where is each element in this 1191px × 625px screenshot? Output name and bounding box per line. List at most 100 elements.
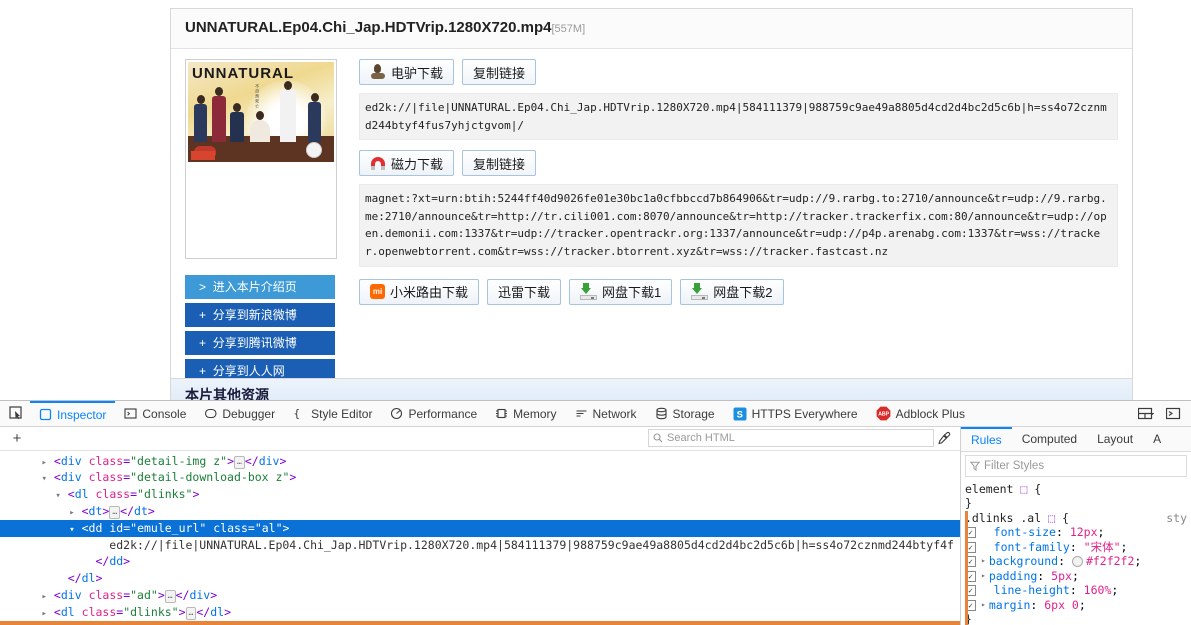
dom-node[interactable]: ▾ <dl class="dlinks"> xyxy=(0,486,960,503)
ed2k-link-text[interactable]: ed2k://|file|UNNATURAL.Ep04.Chi_Jap.HDTV… xyxy=(359,93,1118,141)
filter-styles-input[interactable]: Filter Styles xyxy=(965,454,1187,477)
dom-node[interactable]: ▾ <div class="detail-download-box z"> xyxy=(0,469,960,486)
css-selector[interactable]: element ⬚ { xyxy=(965,482,1191,497)
tab-rules[interactable]: Rules xyxy=(961,427,1012,451)
figure-head xyxy=(256,111,264,120)
pseudo-class-icon: ⬚ xyxy=(1020,481,1028,496)
tab-console[interactable]: Console xyxy=(115,401,195,426)
poster-frame: UNNATURAL 不自然死亡 xyxy=(185,59,337,259)
dock-layout-icon[interactable] xyxy=(1135,402,1159,426)
color-swatch xyxy=(1071,556,1083,568)
tab-performance[interactable]: Performance xyxy=(381,401,486,426)
dom-node[interactable]: ▸ <dl class="dlinks">… </dl> xyxy=(0,604,960,621)
tab-memory-label: Memory xyxy=(513,406,557,421)
intro-page-label: 进入本片介绍页 xyxy=(212,280,297,294)
emule-download-button[interactable]: 电驴下载 xyxy=(359,59,455,85)
tab-layout[interactable]: Layout xyxy=(1087,427,1143,451)
css-declaration[interactable]: ✓ ▸ padding: 5px; xyxy=(965,569,1191,584)
download-links-column: 电驴下载 复制链接 ed2k://|file|UNNATURAL.Ep04.Ch… xyxy=(345,59,1118,387)
plus-icon: + xyxy=(199,364,207,378)
property-value: 12px xyxy=(1069,525,1098,540)
share-tencent-weibo-button[interactable]: + 分享到腾讯微博 xyxy=(185,331,335,355)
devtools-settings-icon[interactable] xyxy=(1161,402,1185,426)
add-node-button[interactable]: + xyxy=(6,428,28,448)
netdisk-icon xyxy=(580,283,598,301)
property-name: padding xyxy=(988,568,1038,583)
tab-https-everywhere[interactable]: S HTTPS Everywhere xyxy=(724,401,867,426)
dom-node[interactable]: </dd> xyxy=(0,553,960,570)
tab-computed[interactable]: Computed xyxy=(1012,427,1087,451)
poster-column: UNNATURAL 不自然死亡 > 进入本片介绍页 + 分享到新浪微博 + 分享… xyxy=(185,59,345,387)
twisty-closed-icon: ▸ xyxy=(41,457,47,468)
tab-network[interactable]: Network xyxy=(566,401,646,426)
property-name: font-family xyxy=(993,539,1070,554)
copy-magnet-label: 复制链接 xyxy=(473,156,526,172)
property-value: 5px xyxy=(1051,568,1072,583)
mi-router-label: 小米路由下载 xyxy=(390,285,469,301)
tab-memory[interactable]: Memory xyxy=(486,401,565,426)
copy-ed2k-label: 复制链接 xyxy=(473,65,526,81)
plus-icon: + xyxy=(199,336,207,350)
collapsed-children-icon: … xyxy=(109,505,121,519)
poster-prop-ball xyxy=(306,142,322,158)
magnet-download-button[interactable]: 磁力下载 xyxy=(359,150,455,177)
share-sina-label: 分享到新浪微博 xyxy=(212,308,297,322)
copy-magnet-link-button[interactable]: 复制链接 xyxy=(462,150,537,177)
thunder-download-button[interactable]: 迅雷下载 xyxy=(487,278,562,305)
tab-inspector-label: Inspector xyxy=(57,407,107,422)
css-declaration[interactable]: ✓ ▸ margin: 6px 0; xyxy=(965,598,1191,613)
dom-node[interactable]: ed2k://|file|UNNATURAL.Ep04.Chi_Jap.HDTV… xyxy=(0,537,960,554)
expand-shorthand-icon[interactable]: ▸ xyxy=(981,598,986,613)
figure-head xyxy=(233,103,241,112)
figure-head xyxy=(215,87,223,96)
magnet-link-text[interactable]: magnet:?xt=urn:btih:5244ff40d9026fe01e30… xyxy=(359,184,1118,267)
netdisk-download-2-button[interactable]: 网盘下载2 xyxy=(680,278,784,305)
css-declaration[interactable]: ✓ font-family: "宋体"; xyxy=(965,540,1191,555)
share-renren-label: 分享到人人网 xyxy=(212,364,285,378)
page-title: UNNATURAL.Ep04.Chi_Jap.HDTVrip.1280X720.… xyxy=(171,9,1132,49)
pseudo-class-icon: ⬚ xyxy=(1048,510,1056,525)
file-name-text: UNNATURAL.Ep04.Chi_Jap.HDTVrip.1280X720.… xyxy=(185,19,552,36)
tab-style-editor[interactable]: { } Style Editor xyxy=(284,401,381,426)
figure-head xyxy=(196,95,205,104)
css-declaration[interactable]: ✓ line-height: 160%; xyxy=(965,583,1191,598)
dom-node-selected[interactable]: ▾ <dd id="emule_url" class="al"> xyxy=(0,519,960,537)
expand-shorthand-icon[interactable]: ▸ xyxy=(981,554,986,569)
dom-node[interactable]: ▸ <div class="detail-img z">… </div> xyxy=(0,453,960,470)
css-selector[interactable]: .dlinks .al ⬚ {sty xyxy=(965,511,1191,526)
poster-logo-badge xyxy=(191,151,215,160)
netdisk-download-1-button[interactable]: 网盘下载1 xyxy=(569,278,673,305)
emule-download-label: 电驴下载 xyxy=(391,65,444,81)
search-html-input[interactable]: Search HTML xyxy=(648,429,934,448)
poster-vertical-text: 不自然死亡 xyxy=(255,84,261,109)
eyedropper-icon[interactable] xyxy=(934,428,954,448)
share-tencent-label: 分享到腾讯微博 xyxy=(212,336,297,350)
filter-icon xyxy=(970,461,980,471)
dom-node[interactable]: ▸ <div class="ad">… </div> xyxy=(0,587,960,604)
search-html-placeholder: Search HTML xyxy=(667,432,735,445)
mi-router-download-button[interactable]: mi 小米路由下载 xyxy=(359,278,480,305)
tab-animations[interactable]: A xyxy=(1143,427,1171,451)
element-picker-icon[interactable] xyxy=(2,401,30,426)
devtools-toolbar-right xyxy=(1135,402,1189,426)
emule-icon xyxy=(370,64,386,80)
copy-ed2k-link-button[interactable]: 复制链接 xyxy=(462,59,537,85)
browser-page: UNNATURAL.Ep04.Chi_Jap.HDTVrip.1280X720.… xyxy=(0,0,1191,625)
tab-debugger[interactable]: Debugger xyxy=(195,401,284,426)
poster-title-text: UNNATURAL xyxy=(192,65,295,82)
dom-node[interactable]: ▸ <dt>… </dt> xyxy=(0,503,960,520)
css-declaration[interactable]: ✓ ▸ background: #f2f2f2; xyxy=(965,554,1191,569)
sidebar-item-intro-page[interactable]: > 进入本片介绍页 xyxy=(185,275,335,299)
plus-icon: + xyxy=(199,308,207,322)
tab-storage[interactable]: Storage xyxy=(646,401,724,426)
css-declaration[interactable]: ✓ font-size: 12px; xyxy=(965,525,1191,540)
css-rules-list[interactable]: element ⬚ {} .dlinks .al ⬚ {sty ✓ font-siz… xyxy=(961,480,1191,625)
expand-shorthand-icon[interactable]: ▸ xyxy=(981,569,986,584)
search-icon xyxy=(653,433,663,443)
dom-node[interactable]: </dl> xyxy=(0,570,960,587)
share-sina-weibo-button[interactable]: + 分享到新浪微博 xyxy=(185,303,335,327)
other-resources-heading: 本片其他资源 xyxy=(170,378,1133,400)
tab-adblock-plus[interactable]: ABP Adblock Plus xyxy=(867,401,974,426)
tab-inspector[interactable]: Inspector xyxy=(30,401,116,426)
dom-tree[interactable]: ▸ <div class="detail-img z">… </div> ▾ <d… xyxy=(0,451,960,625)
